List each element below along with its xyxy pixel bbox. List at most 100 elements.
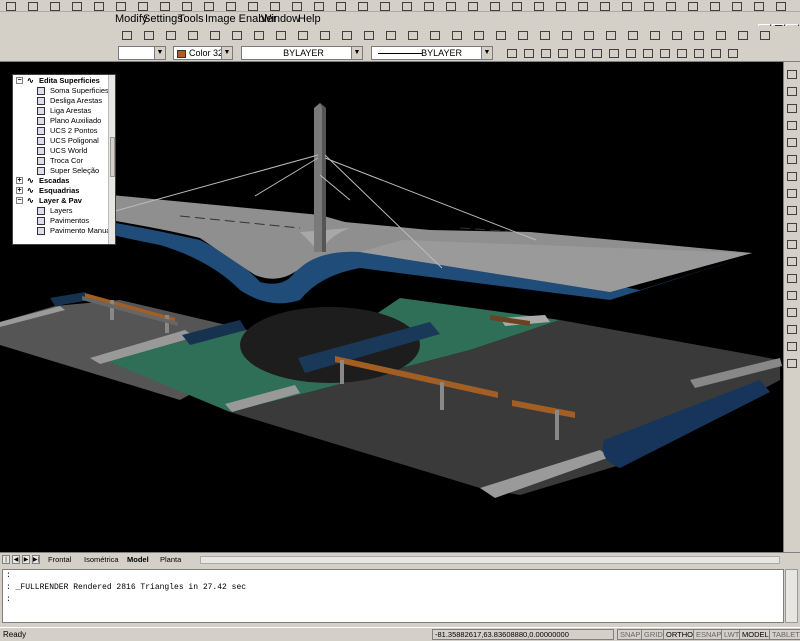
layer-combo[interactable]: ▼ — [118, 46, 166, 60]
toolbar-button-icon[interactable] — [648, 29, 662, 41]
expander-icon[interactable]: + — [16, 187, 23, 194]
toolbar-button-icon[interactable] — [180, 0, 194, 12]
right-toolbar-icon[interactable] — [785, 187, 799, 199]
toolbar-button-icon[interactable] — [422, 0, 436, 12]
toolbar-button-icon[interactable] — [26, 0, 40, 12]
toolbar-button-icon[interactable] — [268, 0, 282, 12]
toolbar-button-icon[interactable] — [714, 29, 728, 41]
toolbar-button-icon[interactable] — [224, 0, 238, 12]
toolbar-button-icon[interactable] — [505, 47, 519, 59]
toolbar-button-icon[interactable] — [378, 0, 392, 12]
toolbar-button-icon[interactable] — [582, 29, 596, 41]
right-toolbar-icon[interactable] — [785, 204, 799, 216]
toolbar-button-icon[interactable] — [318, 29, 332, 41]
toolbar-button-icon[interactable] — [450, 29, 464, 41]
toolbar-button-icon[interactable] — [406, 29, 420, 41]
toolbar-button-icon[interactable] — [620, 0, 634, 12]
toolbar-button-icon[interactable] — [274, 29, 288, 41]
toolbar-button-icon[interactable] — [626, 29, 640, 41]
toolbar-button-icon[interactable] — [208, 29, 222, 41]
toolbar-button-icon[interactable] — [730, 0, 744, 12]
toolbar-button-icon[interactable] — [604, 29, 618, 41]
toolbar-button-icon[interactable] — [334, 0, 348, 12]
tab-model[interactable]: Model — [127, 554, 149, 566]
toolbar-button-icon[interactable] — [384, 29, 398, 41]
toolbar-button-icon[interactable] — [340, 29, 354, 41]
right-toolbar-icon[interactable] — [785, 136, 799, 148]
menu-tools[interactable]: Tools — [178, 13, 204, 25]
toolbar-button-icon[interactable] — [598, 0, 612, 12]
toolbar-button-icon[interactable] — [686, 0, 700, 12]
toolbar-button-icon[interactable] — [708, 0, 722, 12]
drawing-viewport[interactable]: − ∿ Edita Superficies Soma Superficies Desli… — [0, 62, 783, 552]
right-toolbar-icon[interactable] — [785, 289, 799, 301]
right-toolbar-icon[interactable] — [785, 340, 799, 352]
toolbar-button-icon[interactable] — [576, 0, 590, 12]
toolbar-button-icon[interactable] — [290, 0, 304, 12]
toolbar-button-icon[interactable] — [736, 29, 750, 41]
tab-planta[interactable]: Planta — [160, 554, 181, 566]
toolbar-button-icon[interactable] — [246, 0, 260, 12]
toolbar-button-icon[interactable] — [774, 0, 788, 12]
tab-last-icon[interactable]: ▶| — [32, 555, 40, 564]
right-toolbar-icon[interactable] — [785, 119, 799, 131]
menu-window[interactable]: Window — [261, 13, 300, 25]
color-combo[interactable]: Color 32 ▼ — [173, 46, 233, 60]
toolbar-button-icon[interactable] — [252, 29, 266, 41]
toolbar-button-icon[interactable] — [466, 0, 480, 12]
toolbar-button-icon[interactable] — [400, 0, 414, 12]
tab-isometrica[interactable]: Isométrica — [84, 554, 119, 566]
toolbar-button-icon[interactable] — [516, 29, 530, 41]
status-toggle-tablet[interactable]: TABLET — [769, 629, 800, 640]
lineweight-combo[interactable]: BYLAYER ▼ — [371, 46, 493, 60]
toolbar-button-icon[interactable] — [114, 0, 128, 12]
right-toolbar-icon[interactable] — [785, 323, 799, 335]
toolbar-button-icon[interactable] — [444, 0, 458, 12]
horizontal-scrollbar[interactable] — [200, 556, 780, 564]
toolbar-button-icon[interactable] — [692, 47, 706, 59]
toolbar-button-icon[interactable] — [675, 47, 689, 59]
toolbar-button-icon[interactable] — [356, 0, 370, 12]
toolbar-button-icon[interactable] — [658, 47, 672, 59]
right-toolbar-icon[interactable] — [785, 68, 799, 80]
tree-scroll-thumb[interactable] — [110, 137, 115, 177]
right-toolbar-icon[interactable] — [785, 221, 799, 233]
tab-prev-icon[interactable]: ◀ — [12, 555, 20, 564]
toolbar-button-icon[interactable] — [539, 47, 553, 59]
toolbar-button-icon[interactable] — [670, 29, 684, 41]
toolbar-button-icon[interactable] — [142, 29, 156, 41]
toolbar-button-icon[interactable] — [752, 0, 766, 12]
expander-icon[interactable]: − — [16, 197, 23, 204]
toolbar-button-icon[interactable] — [296, 29, 310, 41]
expander-icon[interactable]: + — [16, 177, 23, 184]
toolbar-button-icon[interactable] — [573, 47, 587, 59]
tool-tree-panel[interactable]: − ∿ Edita Superficies Soma Superficies Desli… — [12, 74, 116, 245]
right-toolbar-icon[interactable] — [785, 153, 799, 165]
toolbar-button-icon[interactable] — [92, 0, 106, 12]
toolbar-button-icon[interactable] — [488, 0, 502, 12]
right-toolbar-icon[interactable] — [785, 357, 799, 369]
tab-frontal[interactable]: Frontal — [48, 554, 71, 566]
status-toggle-esnap[interactable]: ESNAP — [693, 629, 725, 640]
command-scrollbar[interactable] — [785, 569, 798, 623]
toolbar-button-icon[interactable] — [48, 0, 62, 12]
tree-scrollbar[interactable] — [108, 75, 115, 244]
toolbar-button-icon[interactable] — [522, 47, 536, 59]
command-history[interactable]: : : _FULLRENDER Rendered 2816 Triangles … — [2, 569, 784, 623]
toolbar-button-icon[interactable] — [158, 0, 172, 12]
toolbar-button-icon[interactable] — [556, 47, 570, 59]
toolbar-button-icon[interactable] — [554, 0, 568, 12]
toolbar-button-icon[interactable] — [186, 29, 200, 41]
toolbar-button-icon[interactable] — [641, 47, 655, 59]
toolbar-button-icon[interactable] — [560, 29, 574, 41]
toolbar-button-icon[interactable] — [70, 0, 84, 12]
toolbar-button-icon[interactable] — [4, 0, 18, 12]
toolbar-button-icon[interactable] — [164, 29, 178, 41]
status-toggle-model[interactable]: MODEL — [739, 629, 772, 640]
toolbar-button-icon[interactable] — [230, 29, 244, 41]
toolbar-button-icon[interactable] — [532, 0, 546, 12]
toolbar-button-icon[interactable] — [642, 0, 656, 12]
tab-next-icon[interactable]: ▶ — [22, 555, 30, 564]
toolbar-button-icon[interactable] — [758, 29, 772, 41]
toolbar-button-icon[interactable] — [202, 0, 216, 12]
